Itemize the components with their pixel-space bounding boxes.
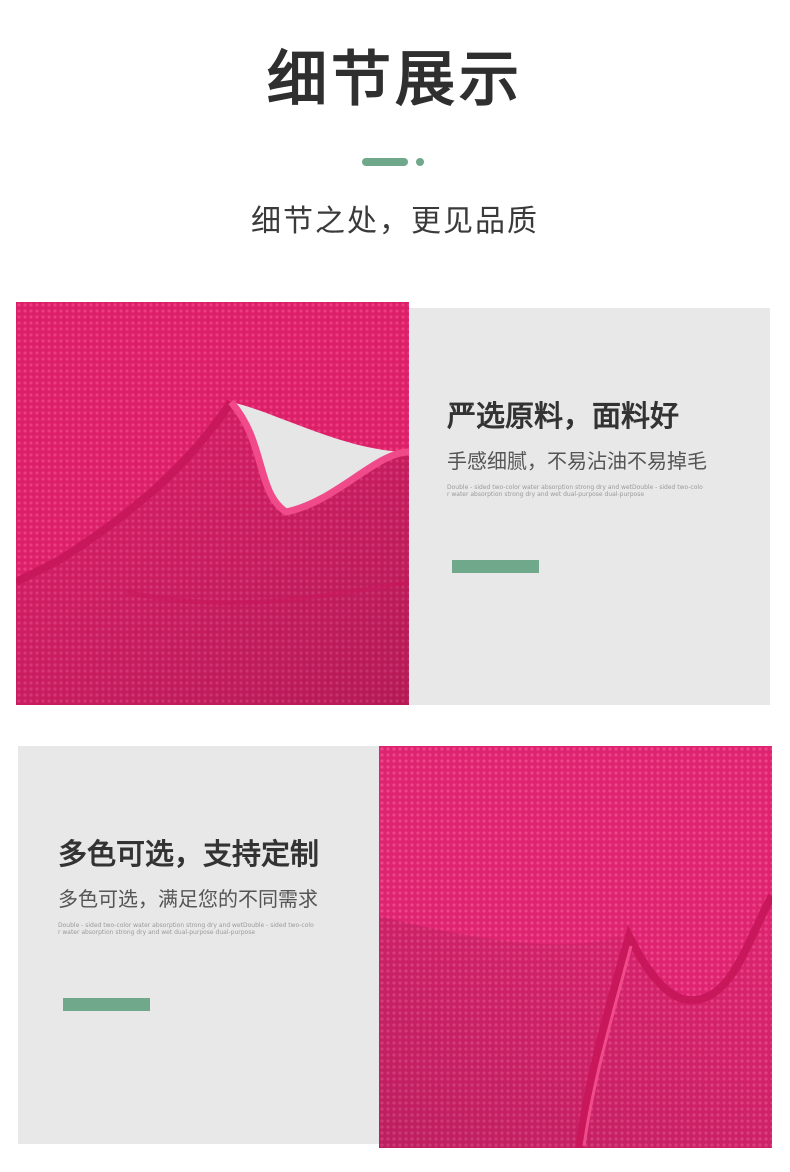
section-1-accent-bar xyxy=(452,560,539,573)
section-1-fine-print-2: r water absorption strong dry and wet du… xyxy=(447,491,645,498)
section-2-heading: 多色可选，支持定制 xyxy=(58,837,320,871)
section-1-fine-print-1: Double - sided two-color water absorptio… xyxy=(447,484,703,491)
section-2-accent-bar xyxy=(63,998,150,1011)
section-1-description: 手感细腻，不易沾油不易掉毛 xyxy=(447,449,707,473)
towel-folded-image xyxy=(379,746,772,1148)
page-title: 细节展示 xyxy=(267,45,523,115)
towel-closeup-image xyxy=(16,302,409,705)
section-2-text: 多色可选，支持定制 多色可选，满足您的不同需求 Double - sided t… xyxy=(58,834,378,936)
section-1-panel xyxy=(408,308,770,705)
section-2-description: 多色可选，满足您的不同需求 xyxy=(58,887,318,911)
section-2-fine-print-2: r water absorption strong dry and wet du… xyxy=(58,929,256,936)
section-2-panel xyxy=(18,746,380,1144)
title-divider-dot xyxy=(416,158,424,166)
section-2-fine-print-1: Double - sided two-color water absorptio… xyxy=(58,922,314,929)
section-1-heading: 严选原料，面料好 xyxy=(447,399,680,433)
section-1-text: 严选原料，面料好 手感细腻，不易沾油不易掉毛 Double - sided tw… xyxy=(447,396,767,498)
title-divider-bar xyxy=(362,158,408,166)
page-subtitle: 细节之处，更见品质 xyxy=(251,204,539,239)
